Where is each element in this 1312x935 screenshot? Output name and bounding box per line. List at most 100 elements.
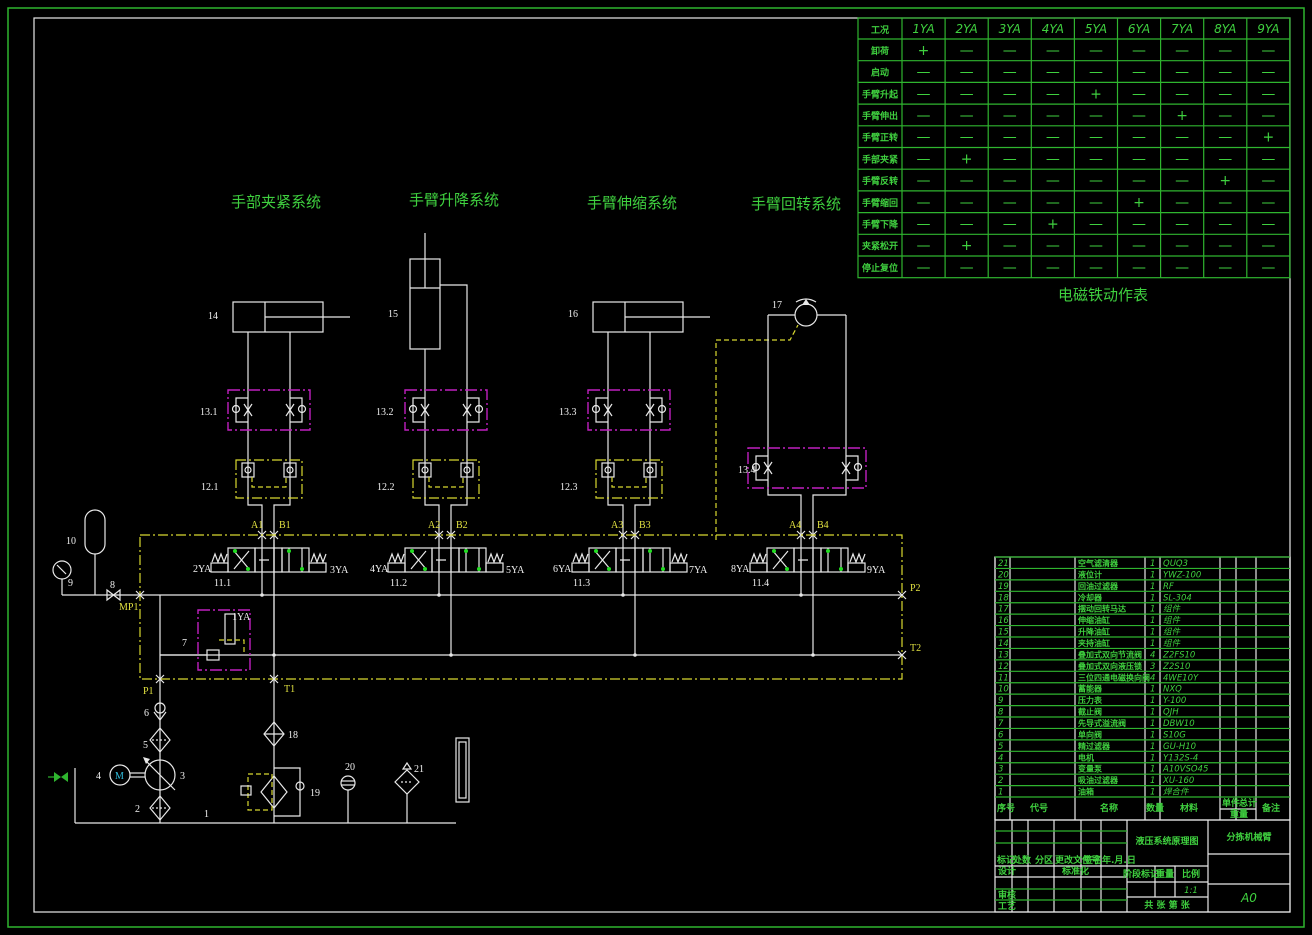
table-cell-off: —	[1175, 86, 1189, 102]
part-qty: 1	[1150, 639, 1155, 649]
part-material: Y132S-4	[1163, 753, 1198, 763]
flow-arrow	[648, 549, 652, 553]
table-cell-off: —	[1218, 195, 1232, 211]
table-cell-off: —	[1132, 130, 1146, 146]
part-name: 三位四通电磁换向阀	[1078, 672, 1150, 682]
table-cell-off: —	[1261, 216, 1275, 232]
spring-left	[211, 552, 228, 564]
table-cell-off: —	[1089, 173, 1103, 189]
table-cell-off: —	[917, 260, 931, 276]
drawing-name: 液压系统原理图	[1135, 835, 1198, 847]
port-A1: A1	[251, 520, 263, 531]
part-qty: 4	[1150, 650, 1155, 660]
part-name: 摆动回转马达	[1078, 604, 1126, 614]
label-12-2: 12.2	[377, 482, 395, 493]
table-cell-off: —	[1175, 238, 1189, 254]
label-7: 7	[182, 638, 187, 649]
valve-stack-2	[387, 332, 504, 657]
motor-symbol-M: M	[115, 771, 124, 782]
part-number: 18	[998, 593, 1009, 603]
part-qty: 1	[1150, 628, 1155, 638]
part-number: 17	[998, 605, 1009, 615]
part-qty: 1	[1150, 616, 1155, 626]
part-number: 16	[998, 616, 1009, 626]
hydraulic-lock-12-1	[235, 459, 303, 499]
accumulator-10	[84, 509, 106, 595]
throttle-valve-13-4	[747, 447, 867, 489]
table-cell-off: —	[1003, 195, 1017, 211]
flow-arrow	[246, 567, 250, 571]
part-material: 组件	[1163, 604, 1182, 615]
valve-stack-4	[747, 315, 867, 657]
table-cell-off: —	[1003, 86, 1017, 102]
spring-left	[572, 552, 589, 564]
table-cell-off: —	[960, 86, 974, 102]
table-cell-off: —	[1218, 260, 1232, 276]
table-row-state: 停止复位	[862, 262, 898, 274]
flow-arrow	[464, 549, 468, 553]
tb-stage: 阶段标记	[1123, 868, 1159, 880]
table-cell-energized: +	[1090, 86, 1102, 102]
part-qty: 1	[1150, 753, 1155, 763]
solenoid-5YA: 5YA	[506, 565, 525, 576]
table-row-state: 手臂升起	[862, 88, 899, 100]
table-row-state: 手臂伸出	[862, 110, 898, 122]
title-clamp-system: 手部夹紧系统	[231, 193, 321, 211]
port-B2: B2	[456, 520, 468, 531]
part-number: 1	[998, 788, 1003, 798]
directional-valve-11-3	[571, 547, 688, 573]
table-row-state: 手臂下降	[862, 218, 899, 230]
table-cell-energized: +	[1176, 108, 1188, 124]
part-name: 截止阀	[1078, 707, 1102, 717]
table-cell-off: —	[1175, 65, 1189, 81]
table-header-4YA: 4YA	[1042, 22, 1064, 36]
spring-right	[487, 552, 504, 564]
part-material: NXQ	[1163, 685, 1182, 695]
parts-header-material: 材料	[1179, 802, 1198, 814]
port-MP1: MP1	[119, 602, 138, 613]
table-cell-off: —	[1132, 43, 1146, 59]
port-B1: B1	[279, 520, 291, 531]
solenoid-1YA: 1YA	[232, 612, 251, 623]
port-A4: A4	[789, 520, 801, 531]
label-18: 18	[288, 730, 298, 741]
part-number: 6	[998, 730, 1004, 740]
part-material: Z2FS10	[1162, 650, 1195, 660]
table-cell-energized: +	[1219, 173, 1231, 189]
variable-pump-3	[143, 757, 176, 791]
flow-arrow	[410, 549, 414, 553]
solenoid-right	[847, 562, 866, 573]
throttle-valve-13-3	[587, 389, 671, 431]
part-name: 伸缩油缸	[1077, 615, 1110, 625]
part-qty: 1	[1150, 593, 1155, 603]
spring-right	[849, 552, 866, 564]
tb-review: 审核	[998, 889, 1016, 901]
part-number: 5	[998, 742, 1003, 752]
port-B4: B4	[817, 520, 829, 531]
cylinder-14	[232, 301, 350, 333]
table-cell-off: —	[1089, 216, 1103, 232]
tb-design: 设计	[998, 865, 1016, 877]
solenoid-6YA: 6YA	[553, 564, 572, 575]
solenoid-2YA: 2YA	[193, 564, 212, 575]
table-cell-off: —	[1003, 260, 1017, 276]
label-14: 14	[208, 311, 218, 322]
flow-arrow	[423, 567, 427, 571]
spring-right	[310, 552, 327, 564]
table-cell-off: —	[1175, 151, 1189, 167]
label-13-3: 13.3	[559, 407, 577, 418]
table-cell-off: —	[917, 238, 931, 254]
part-name: 空气滤清器	[1078, 558, 1119, 568]
part-material: 组件	[1163, 627, 1182, 638]
parts-list-table: 21 空气滤清器 1 QUQ320 液位计 1 YWZ-10019 回油过滤器 1 RF18 冷却器…	[994, 556, 1291, 821]
table-cell-off: —	[1261, 260, 1275, 276]
table-header-5YA: 5YA	[1085, 22, 1107, 36]
tb-date: 年.月.日	[1102, 854, 1136, 866]
table-cell-off: —	[1046, 238, 1060, 254]
table-row-state: 手臂反转	[862, 175, 898, 187]
valve-stacks	[210, 315, 867, 657]
table-header-6YA: 6YA	[1128, 22, 1150, 36]
part-number: 10	[998, 685, 1009, 695]
solenoid-9YA: 9YA	[867, 565, 886, 576]
table-cell-off: —	[1132, 65, 1146, 81]
